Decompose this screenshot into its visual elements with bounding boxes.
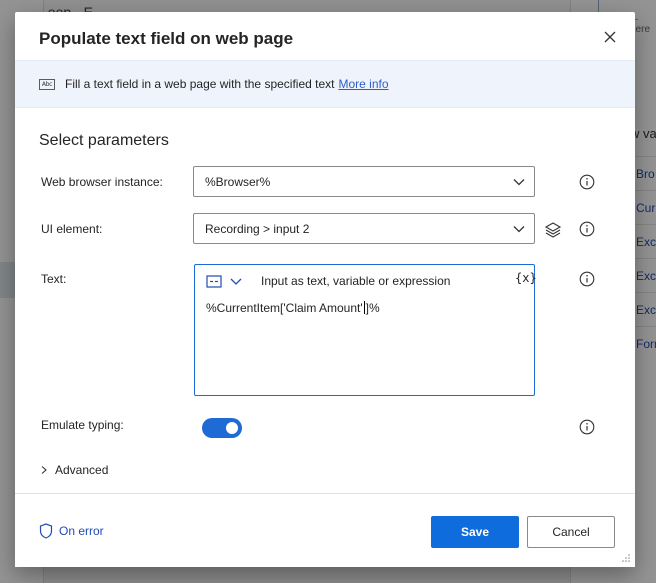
browser-instance-select[interactable]: %Browser% — [193, 166, 535, 197]
insert-variable-button[interactable]: {x} — [515, 271, 537, 285]
ui-element-value: Recording > input 2 — [205, 222, 310, 236]
shield-icon — [39, 523, 53, 539]
emulate-typing-label: Emulate typing: — [41, 418, 124, 432]
advanced-label: Advanced — [55, 463, 109, 477]
save-button[interactable]: Save — [431, 516, 519, 548]
text-mode-icon — [206, 275, 242, 288]
chevron-right-icon — [41, 466, 47, 474]
browser-instance-value: %Browser% — [205, 175, 271, 189]
ui-element-select[interactable]: Recording > input 2 — [193, 213, 535, 244]
text-info-icon[interactable] — [579, 271, 595, 287]
on-error-button[interactable]: On error — [39, 523, 104, 539]
more-info-link[interactable]: More info — [338, 77, 388, 91]
text-input[interactable]: Input as text, variable or expression {x… — [194, 264, 537, 396]
on-error-label: On error — [59, 524, 104, 538]
text-value-part: ]% — [365, 301, 380, 315]
close-button[interactable] — [599, 26, 621, 48]
resize-grip-icon[interactable] — [621, 553, 631, 563]
ui-element-label: UI element: — [41, 222, 103, 236]
text-label: Text: — [41, 272, 67, 286]
text-caret — [363, 301, 365, 314]
input-mode-toggle[interactable] — [206, 274, 250, 290]
input-mode-hint: Input as text, variable or expression — [261, 274, 451, 288]
description-text: Fill a text field in a web page with the… — [65, 77, 335, 91]
text-value-part: %CurrentItem['Claim Amount' — [206, 301, 363, 315]
emulate-typing-toggle[interactable] — [202, 418, 242, 438]
chevron-down-icon — [513, 179, 525, 186]
ui-element-info-icon[interactable] — [579, 221, 595, 237]
cancel-button[interactable]: Cancel — [527, 516, 615, 548]
chevron-down-icon — [513, 226, 525, 233]
section-title: Select parameters — [39, 132, 169, 149]
advanced-expander[interactable]: Advanced — [39, 463, 108, 477]
dialog-footer: On error Save Cancel — [15, 493, 635, 567]
toggle-knob — [226, 422, 238, 434]
layers-icon[interactable] — [544, 221, 562, 239]
action-description: Fill a text field in a web page with the… — [65, 77, 389, 91]
browser-instance-info-icon[interactable] — [579, 174, 595, 190]
text-field-icon: Abc — [39, 79, 55, 90]
dialog-title: Populate text field on web page — [39, 29, 294, 48]
emulate-typing-info-icon[interactable] — [579, 419, 595, 435]
close-icon — [604, 31, 616, 43]
description-bar: Abc Fill a text field in a web page with… — [15, 60, 635, 108]
browser-instance-label: Web browser instance: — [41, 175, 163, 189]
text-value: %CurrentItem['Claim Amount']% — [206, 301, 380, 315]
populate-text-field-dialog: Populate text field on web page Abc Fill… — [15, 12, 635, 567]
